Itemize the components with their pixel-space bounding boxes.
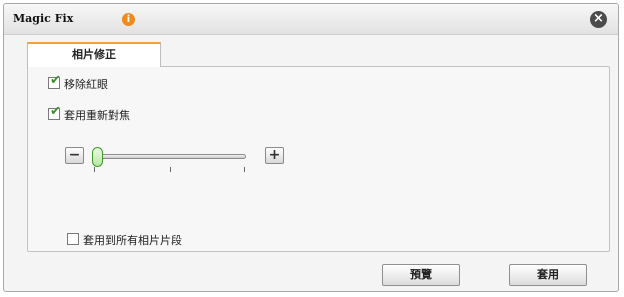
slider-tick <box>244 167 245 172</box>
checkmark-icon: ✔ <box>50 73 61 88</box>
magic-fix-dialog: Magic Fix i × 相片修正 ✔ 移除紅眼 ✔ 套用重新對焦 − + 套… <box>3 3 619 292</box>
checkmark-icon: ✔ <box>50 104 61 119</box>
preview-button[interactable]: 預覽 <box>382 264 460 286</box>
close-icon[interactable]: × <box>590 11 607 28</box>
remove-red-eye-label: 移除紅眼 <box>64 78 108 91</box>
info-icon[interactable]: i <box>122 13 135 26</box>
refocus-slider-thumb[interactable] <box>92 147 103 167</box>
title-bar: Magic Fix i × <box>4 4 618 35</box>
refocus-slider-track[interactable] <box>96 154 246 159</box>
apply-to-all-checkbox[interactable] <box>67 233 79 245</box>
remove-red-eye-checkbox[interactable]: ✔ <box>48 73 61 89</box>
tab-photo-fix[interactable]: 相片修正 <box>27 42 161 67</box>
apply-button[interactable]: 套用 <box>509 264 587 286</box>
slider-tick <box>94 167 95 172</box>
increase-button[interactable]: + <box>265 147 284 164</box>
apply-to-all-label: 套用到所有相片片段 <box>83 234 182 247</box>
apply-refocus-checkbox[interactable]: ✔ <box>48 104 61 120</box>
decrease-button[interactable]: − <box>65 147 84 164</box>
slider-tick <box>170 167 171 172</box>
settings-panel: ✔ 移除紅眼 ✔ 套用重新對焦 − + 套用到所有相片片段 <box>27 66 610 252</box>
window-title: Magic Fix <box>13 12 74 25</box>
apply-refocus-label: 套用重新對焦 <box>64 109 130 122</box>
